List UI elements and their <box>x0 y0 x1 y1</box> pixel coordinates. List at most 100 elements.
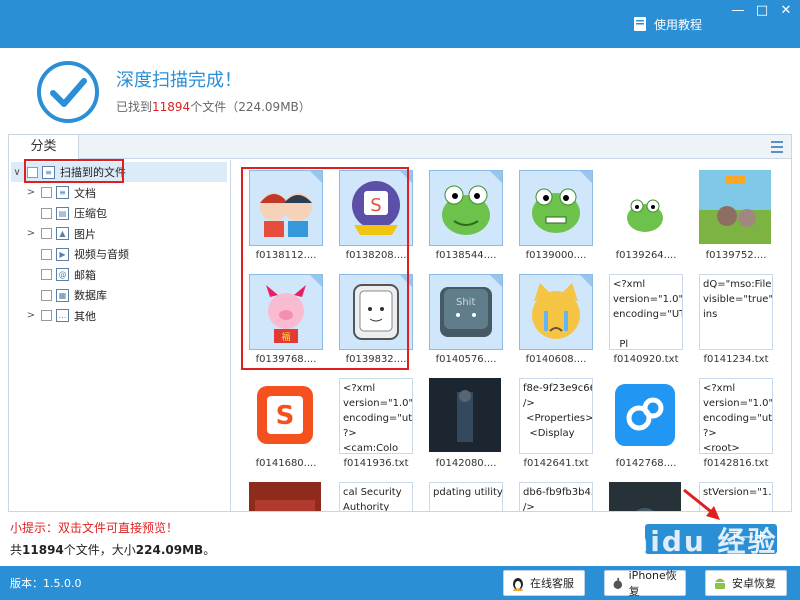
file-name: f0142641.txt <box>523 458 589 469</box>
document-icon: ≡ <box>56 186 69 199</box>
text-preview: <?xml version="1.0" encoding="utf- ?> <c… <box>339 378 413 454</box>
text-file-item[interactable]: dQ="mso:FileC visible="true" ins f0141234… <box>696 272 776 372</box>
image-file-item[interactable]: f0142080.... <box>426 376 506 476</box>
tree-item[interactable]: @ 邮箱 <box>25 265 225 285</box>
archive-icon: ▤ <box>56 206 69 220</box>
android-recovery-button[interactable]: 安卓恢复 <box>705 570 787 596</box>
text-file-item[interactable]: <?xml version="1.0" encoding="UTI Pl f014… <box>606 272 686 372</box>
file-name: f0142768.... <box>615 458 677 469</box>
image-thumbnail <box>699 170 773 246</box>
book-icon <box>634 17 646 31</box>
more-icon: … <box>56 309 69 322</box>
tree-item[interactable]: > ▲ 图片 <box>25 224 225 244</box>
help-label: 使用教程 <box>654 17 703 32</box>
bottom-bar: 版本：1.5.0.0 在线客服 iPhone恢复 安卓恢复 <box>0 566 800 600</box>
image-thumbnail <box>249 482 323 511</box>
checkbox[interactable] <box>41 310 52 321</box>
file-name: f0141936.txt <box>343 458 409 469</box>
text-file-item[interactable]: f8e-9f23e9c666 /> <Properties> <Display f… <box>516 376 596 476</box>
file-name: f0140608.... <box>525 354 587 365</box>
tree-item[interactable]: ▦ 数据库 <box>25 285 225 305</box>
checkbox[interactable] <box>41 187 52 198</box>
image-thumbnail <box>609 482 683 511</box>
file-name: f0142816.txt <box>703 458 769 469</box>
tree-item[interactable]: ▶ 视频与音频 <box>25 244 225 264</box>
file-name: f0141234.txt <box>703 354 769 365</box>
mail-icon: @ <box>56 268 69 281</box>
checkbox[interactable] <box>41 289 52 301</box>
tree-item[interactable]: > … 其他 <box>25 306 225 326</box>
selected-corner-icon <box>580 275 592 287</box>
tree-item[interactable]: > ≡ 文档 <box>25 183 225 203</box>
tab-category[interactable]: 分类 <box>9 135 79 159</box>
selected-corner-icon <box>490 171 502 183</box>
file-name: f0139264.... <box>615 250 677 261</box>
found-count: 11894 <box>152 100 191 114</box>
text-preview: pdating utility <box>429 482 503 511</box>
image-file-item[interactable]: f0142768.... <box>606 376 686 476</box>
checkbox[interactable] <box>41 207 52 219</box>
expand-arrow-icon[interactable]: ∨ <box>11 167 23 178</box>
file-name: f0138544.... <box>435 250 497 261</box>
tree-item-label: 数据库 <box>74 289 107 302</box>
image-file-item[interactable]: f0140608.... <box>516 272 596 372</box>
checkbox[interactable] <box>41 269 52 280</box>
image-file-item[interactable]: f0139000.... <box>516 168 596 268</box>
minimize-button[interactable]: — <box>728 2 748 20</box>
image-file-item[interactable]: Sf0141680.... <box>246 376 326 476</box>
text-file-item[interactable]: cal Security Authority <box>336 480 416 511</box>
version-label: 版本：1.5.0.0 <box>10 577 82 590</box>
tree-item[interactable]: ▤ 压缩包 <box>25 203 225 223</box>
expand-arrow-icon[interactable]: > <box>25 310 37 321</box>
image-thumbnail <box>609 170 683 246</box>
text-file-item[interactable]: pdating utility <box>426 480 506 511</box>
image-file-item[interactable]: f0139264.... <box>606 168 686 268</box>
image-thumbnail <box>519 170 593 246</box>
selected-corner-icon <box>490 275 502 287</box>
image-thumbnail <box>429 378 503 454</box>
tree-item-label: 压缩包 <box>74 207 107 220</box>
tree-item-label: 邮箱 <box>74 268 96 282</box>
red-arrow-icon <box>683 488 720 520</box>
image-file-item[interactable]: Shit f0140576.... <box>426 272 506 372</box>
image-thumbnail <box>519 274 593 350</box>
text-file-item[interactable]: <?xml version="1.0" encoding="utf- ?> <c… <box>336 376 416 476</box>
apple-icon <box>613 577 623 589</box>
expand-arrow-icon[interactable]: > <box>25 187 37 198</box>
tree-item-label: 其他 <box>74 309 96 323</box>
text-file-item[interactable]: <?xml version="1.0" encoding="utf- ?> <r… <box>696 376 776 476</box>
image-file-item[interactable] <box>246 480 326 511</box>
text-preview: dQ="mso:FileC visible="true" ins <box>699 274 773 350</box>
stats-count: 11894 <box>22 543 64 557</box>
stats-size: 224.09MB <box>135 543 204 557</box>
title-bar: 使用教程 — □ ✕ <box>0 0 800 48</box>
file-name: f0141680.... <box>255 458 317 469</box>
expand-arrow-icon[interactable]: > <box>25 228 37 239</box>
file-name: f0140576.... <box>435 354 497 365</box>
penguin-icon <box>513 578 523 591</box>
menu-icon[interactable] <box>771 141 783 153</box>
text-preview: cal Security Authority <box>339 482 413 511</box>
category-tree: ∨ ≡ 扫描到的文件 > ≡ 文档 ▤ 压缩包 > ▲ 图片 ▶ 视频与音频 @ 邮箱 ▦ 数据库 >… 其他 <box>9 160 231 511</box>
checkbox[interactable] <box>41 228 52 239</box>
image-thumbnail: Shit <box>429 274 503 350</box>
image-thumbnail <box>609 378 683 454</box>
image-file-item[interactable]: f0139752.... <box>696 168 776 268</box>
tree-item-label: 文档 <box>74 186 96 200</box>
text-preview: f8e-9f23e9c666 /> <Properties> <Display <box>519 378 593 454</box>
text-file-item[interactable]: db6-fb9fb3b45 /> <box>516 480 596 511</box>
help-tutorial-link[interactable]: 使用教程 <box>632 14 702 34</box>
image-file-item[interactable] <box>606 480 686 511</box>
maximize-button[interactable]: □ <box>752 2 772 20</box>
iphone-recovery-button[interactable]: iPhone恢复 <box>604 569 686 598</box>
close-button[interactable]: ✕ <box>776 2 796 20</box>
image-thumbnail: S <box>249 378 323 454</box>
svg-text:S: S <box>276 401 295 431</box>
image-icon: ▲ <box>56 227 69 240</box>
scan-complete-title: 深度扫描完成！ <box>116 70 242 91</box>
online-service-button[interactable]: 在线客服 <box>503 570 585 596</box>
image-file-item[interactable]: f0138544.... <box>426 168 506 268</box>
image-thumbnail <box>429 170 503 246</box>
tree-item-label: 图片 <box>74 227 96 241</box>
checkbox[interactable] <box>41 248 52 260</box>
